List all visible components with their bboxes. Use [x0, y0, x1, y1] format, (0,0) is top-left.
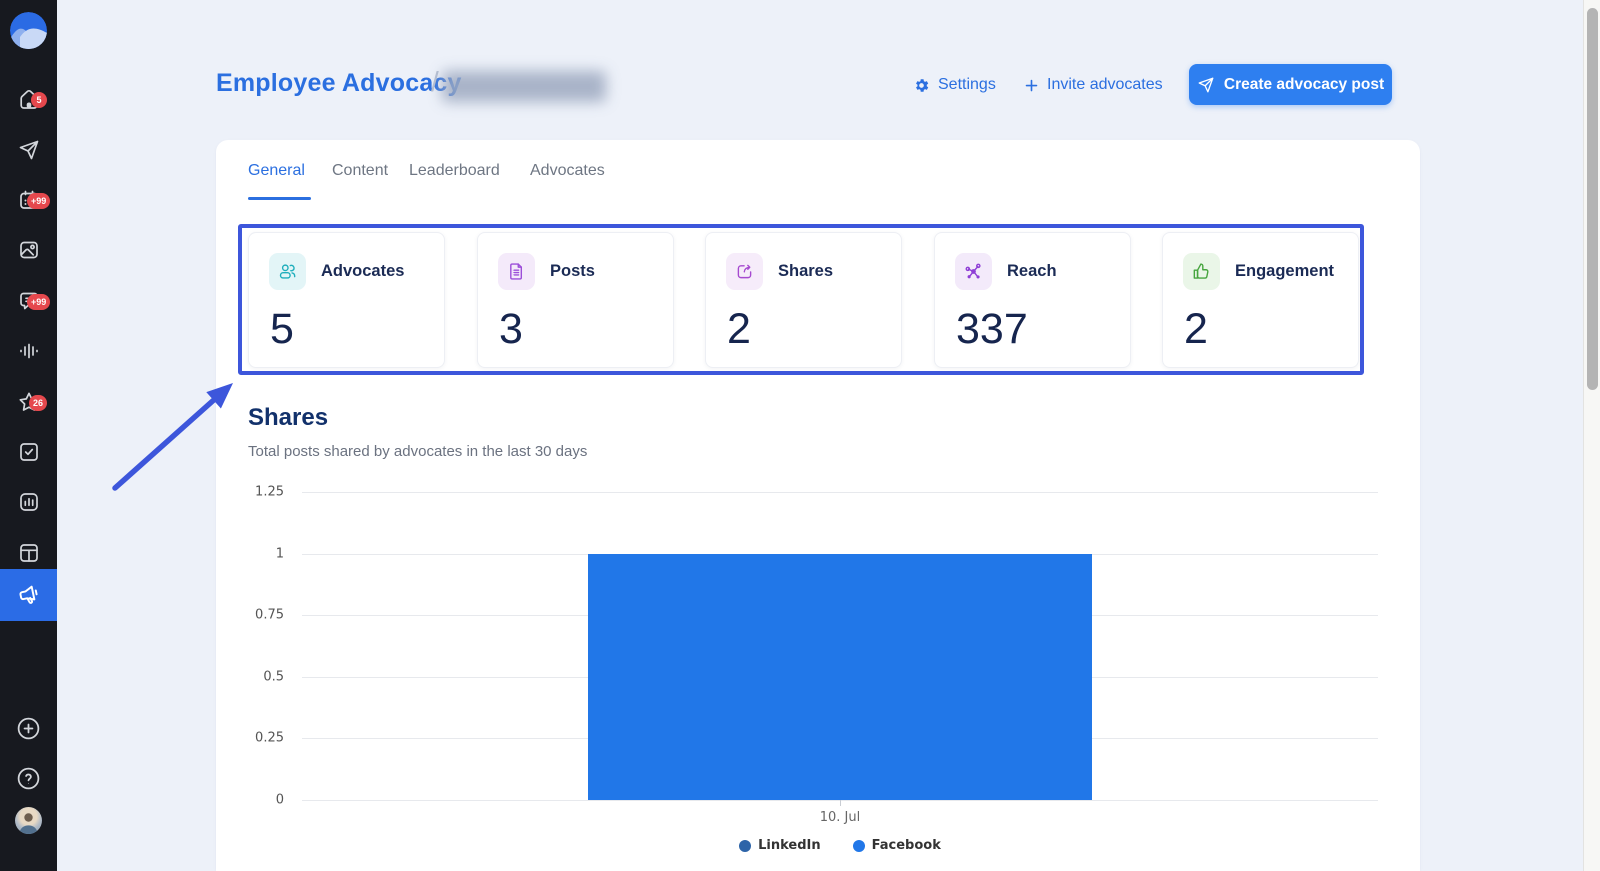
- chart-y-tick-label: 1: [276, 546, 284, 561]
- shares-section-title: Shares: [248, 404, 328, 432]
- create-advocacy-post-label: Create advocacy post: [1224, 76, 1384, 94]
- logo-icon: [10, 12, 47, 49]
- sidebar: 5 +99: [0, 0, 57, 871]
- share-icon: [726, 253, 763, 290]
- network-icon: [955, 253, 992, 290]
- stat-value: 2: [1184, 305, 1208, 354]
- stat-card-posts: Posts 3: [477, 232, 674, 368]
- tasks-icon: [17, 440, 41, 464]
- workspace-name-blurred: [442, 71, 606, 102]
- stat-value: 3: [499, 305, 523, 354]
- chart-y-axis-labels: 00.250.50.7511.25: [248, 492, 294, 800]
- invite-advocates-label: Invite advocates: [1047, 76, 1163, 94]
- legend-dot: [739, 840, 751, 852]
- stat-label: Shares: [778, 262, 833, 281]
- stat-label: Reach: [1007, 262, 1057, 281]
- sidebar-item-analytics[interactable]: [0, 482, 57, 522]
- help-icon: [16, 766, 41, 791]
- page-title: Employee Advocacy: [216, 69, 462, 98]
- sidebar-item-advocacy-active[interactable]: [0, 569, 57, 621]
- plus-icon: [1024, 78, 1039, 93]
- chart-x-tick: [840, 800, 841, 806]
- thumbs-up-icon: [1183, 253, 1220, 290]
- legend-item-facebook[interactable]: Facebook: [853, 838, 941, 853]
- tab-leaderboard[interactable]: Leaderboard: [409, 162, 500, 180]
- user-avatar[interactable]: [15, 807, 42, 834]
- tab-content[interactable]: Content: [332, 162, 388, 180]
- analytics-icon: [17, 490, 41, 514]
- sidebar-item-publish[interactable]: [0, 130, 57, 170]
- megaphone-icon: [16, 582, 42, 608]
- sidebar-help-button[interactable]: [0, 758, 57, 798]
- sidebar-item-boards[interactable]: [0, 533, 57, 573]
- chart-y-tick-label: 0.75: [255, 608, 284, 623]
- tab-general[interactable]: General: [248, 162, 305, 180]
- tab-advocates[interactable]: Advocates: [530, 162, 605, 180]
- app-window: 5 +99: [0, 0, 1600, 871]
- shares-section-subtitle: Total posts shared by advocates in the l…: [248, 443, 587, 460]
- settings-label: Settings: [938, 76, 996, 94]
- messages-badge: +99: [27, 294, 50, 310]
- sidebar-add-button[interactable]: [0, 708, 57, 748]
- calendar-badge: +99: [27, 193, 50, 209]
- stat-value: 5: [270, 305, 294, 354]
- send-icon: [17, 138, 41, 162]
- stat-card-engagement: Engagement 2: [1162, 232, 1359, 368]
- breadcrumb-separator: /: [431, 66, 439, 98]
- stat-value: 337: [956, 305, 1028, 354]
- scrollbar-track[interactable]: [1583, 0, 1600, 871]
- shares-chart: 0 0.25 0.5 0.75 1 1.25 10. Jul LinkedIn Facebo…: [248, 480, 1388, 871]
- document-icon: [498, 253, 535, 290]
- chart-y-tick-label: 0.5: [263, 669, 284, 684]
- legend-label: LinkedIn: [758, 838, 821, 853]
- scrollbar-thumb[interactable]: [1587, 8, 1598, 390]
- stat-label: Posts: [550, 262, 595, 281]
- chart-x-tick-label: 10. Jul: [820, 810, 861, 825]
- chart-y-tick-label: 0: [276, 793, 284, 808]
- stat-card-shares: Shares 2: [705, 232, 902, 368]
- legend-item-linkedin[interactable]: LinkedIn: [739, 838, 821, 853]
- plus-icon: [16, 716, 41, 741]
- active-tab-underline: [248, 197, 311, 200]
- sidebar-item-audio[interactable]: [0, 331, 57, 371]
- chart-y-tick-label: 1.25: [255, 485, 284, 500]
- chart-plot: 10. Jul: [302, 492, 1378, 800]
- sidebar-item-home[interactable]: [0, 80, 57, 120]
- media-icon: [17, 238, 41, 262]
- create-advocacy-post-button[interactable]: Create advocacy post: [1189, 64, 1392, 105]
- stat-label: Advocates: [321, 262, 404, 281]
- legend-dot: [853, 840, 865, 852]
- boards-icon: [17, 541, 41, 565]
- favorites-badge: 26: [29, 395, 47, 411]
- chart-bar-facebook[interactable]: [588, 554, 1092, 800]
- chart-legend: LinkedIn Facebook: [302, 838, 1378, 853]
- stat-label: Engagement: [1235, 262, 1334, 281]
- settings-button[interactable]: Settings: [913, 73, 996, 97]
- stat-card-reach: Reach 337: [934, 232, 1131, 368]
- sidebar-item-media[interactable]: [0, 230, 57, 270]
- home-badge: 5: [31, 92, 47, 108]
- stat-value: 2: [727, 305, 751, 354]
- legend-label: Facebook: [872, 838, 941, 853]
- chart-gridline: [302, 492, 1378, 493]
- chart-y-tick-label: 0.25: [255, 731, 284, 746]
- sidebar-item-tasks[interactable]: [0, 432, 57, 472]
- waveform-icon: [17, 339, 41, 363]
- invite-advocates-button[interactable]: Invite advocates: [1024, 73, 1163, 97]
- main-content-card: General Content Leaderboard Advocates Ad…: [216, 140, 1420, 871]
- users-icon: [269, 253, 306, 290]
- send-icon: [1197, 76, 1215, 94]
- stat-card-advocates: Advocates 5: [248, 232, 445, 368]
- avatar-photo: [15, 807, 42, 834]
- planable-logo[interactable]: [10, 12, 47, 49]
- gear-icon: [913, 77, 930, 94]
